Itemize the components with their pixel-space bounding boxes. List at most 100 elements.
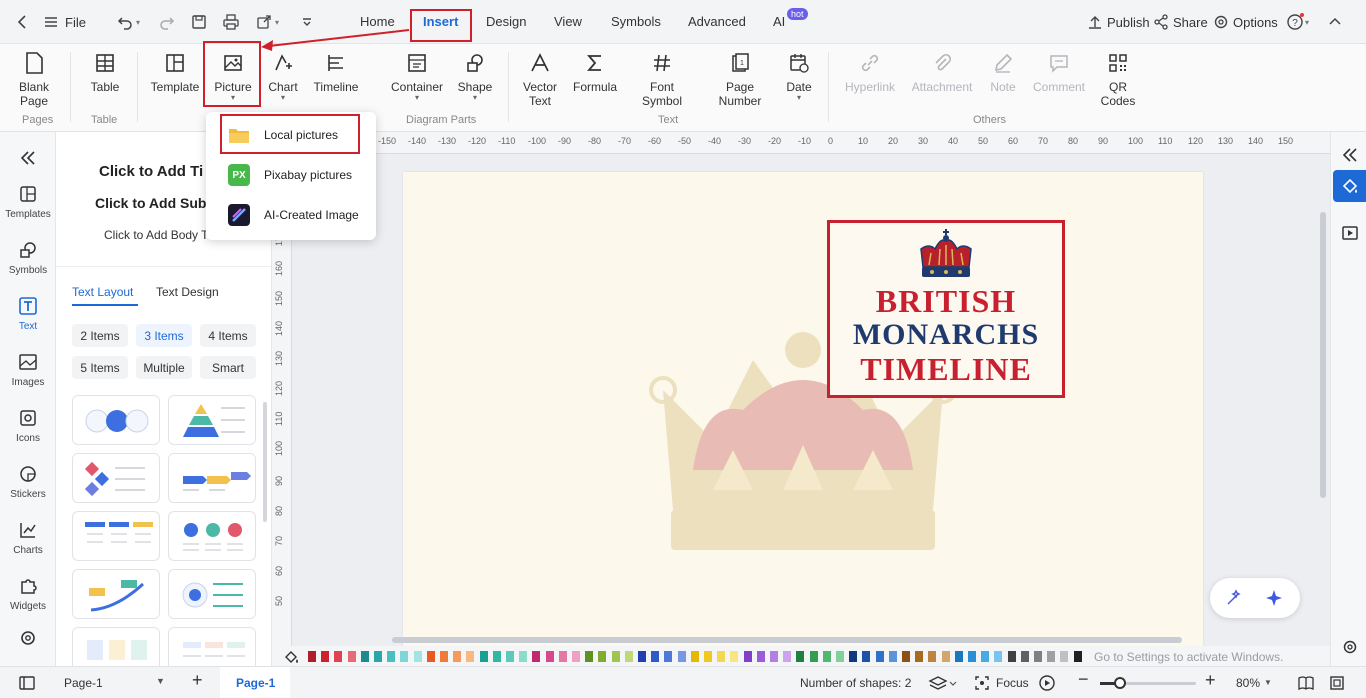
fill-color-icon[interactable]: [284, 650, 300, 664]
add-title-preset[interactable]: Click to Add Ti: [99, 163, 203, 180]
color-swatch[interactable]: [387, 651, 396, 662]
font-symbol-button[interactable]: Font Symbol: [638, 50, 686, 108]
color-swatch[interactable]: [347, 651, 356, 662]
tab-view[interactable]: View: [554, 14, 582, 29]
layout-thumbnail[interactable]: [168, 453, 256, 503]
color-swatch[interactable]: [968, 651, 976, 662]
color-swatch[interactable]: [730, 651, 739, 662]
color-swatch[interactable]: [440, 651, 448, 662]
color-swatch[interactable]: [664, 651, 673, 662]
share-button[interactable]: Share: [1152, 12, 1208, 32]
color-swatch[interactable]: [651, 651, 660, 662]
color-swatch[interactable]: [374, 651, 382, 662]
color-swatch[interactable]: [426, 651, 435, 662]
page-number-button[interactable]: 1 Page Number: [714, 50, 766, 108]
sidebar-item-templates[interactable]: Templates: [0, 184, 56, 220]
color-swatch[interactable]: [690, 651, 699, 662]
redo-icon[interactable]: [158, 12, 176, 32]
color-swatch[interactable]: [479, 651, 488, 662]
zoom-level[interactable]: 80%: [1236, 676, 1260, 690]
attachment-button[interactable]: Attachment: [908, 50, 976, 94]
color-swatch[interactable]: [743, 651, 752, 662]
layout-thumbnail[interactable]: [72, 627, 160, 666]
color-swatch[interactable]: [308, 651, 316, 662]
vertical-scrollbar[interactable]: [1320, 212, 1326, 498]
layout-thumbnail[interactable]: [168, 627, 256, 666]
undo-icon[interactable]: ▾: [116, 12, 140, 32]
template-button[interactable]: Template: [148, 50, 202, 94]
color-swatch[interactable]: [413, 651, 422, 662]
tab-ai[interactable]: AI: [773, 14, 785, 29]
color-swatch[interactable]: [902, 651, 910, 662]
book-view-icon[interactable]: [1297, 674, 1315, 692]
page-panel-toggle-icon[interactable]: [18, 675, 36, 691]
chip-2-items[interactable]: 2 Items: [72, 324, 128, 347]
sidebar-item-stickers[interactable]: Stickers: [0, 464, 56, 500]
layout-thumbnail[interactable]: [72, 395, 160, 445]
page-select-dropdown[interactable]: Page-1 ▼: [56, 671, 168, 695]
color-swatch[interactable]: [875, 651, 884, 662]
color-swatch[interactable]: [994, 651, 1003, 662]
fill-tool-button[interactable]: [1333, 170, 1366, 202]
page-tab[interactable]: Page-1: [220, 667, 290, 698]
color-swatch[interactable]: [1034, 651, 1042, 662]
color-swatch[interactable]: [558, 651, 567, 662]
sidebar-item-icons[interactable]: Icons: [0, 408, 56, 444]
color-swatch[interactable]: [796, 651, 805, 662]
chip-multiple[interactable]: Multiple: [136, 356, 192, 379]
vector-text-button[interactable]: Vector Text: [518, 50, 562, 108]
color-swatch[interactable]: [598, 651, 607, 662]
fit-page-icon[interactable]: [1328, 674, 1346, 692]
color-swatch[interactable]: [954, 651, 963, 662]
tab-text-layout[interactable]: Text Layout: [72, 285, 133, 299]
options-button[interactable]: Options: [1212, 12, 1278, 32]
layout-thumbnail[interactable]: [72, 511, 160, 561]
collapse-panel-icon[interactable]: [0, 148, 56, 173]
color-swatch[interactable]: [717, 651, 726, 662]
color-swatch[interactable]: [928, 651, 937, 662]
add-subtitle-preset[interactable]: Click to Add Sub: [95, 195, 206, 211]
title-image[interactable]: BRITISH MONARCHS TIMELINE: [827, 220, 1065, 398]
color-swatch[interactable]: [545, 651, 554, 662]
file-menu[interactable]: File: [42, 12, 86, 32]
qr-codes-button[interactable]: QR Codes: [1098, 50, 1138, 108]
settings-icon[interactable]: [1341, 638, 1359, 656]
focus-icon[interactable]: [974, 675, 990, 691]
comment-button[interactable]: Comment: [1030, 50, 1088, 94]
layout-thumbnail[interactable]: [168, 395, 256, 445]
color-swatch[interactable]: [888, 651, 897, 662]
ai-magic-icon[interactable]: [1224, 588, 1244, 608]
add-body-preset[interactable]: Click to Add Body T: [104, 228, 209, 242]
color-swatch[interactable]: [770, 651, 778, 662]
ai-sparkle-icon[interactable]: [1264, 588, 1284, 608]
color-swatch[interactable]: [849, 651, 858, 662]
color-swatch[interactable]: [981, 651, 990, 662]
color-swatch[interactable]: [611, 651, 620, 662]
color-swatch[interactable]: [624, 651, 633, 662]
menu-item-ai-created-image[interactable]: AI-Created Image: [206, 198, 376, 232]
color-swatch[interactable]: [506, 651, 514, 662]
timeline-button[interactable]: Timeline: [310, 50, 362, 94]
tab-symbols[interactable]: Symbols: [611, 14, 661, 29]
sidebar-item-images[interactable]: Images: [0, 352, 56, 388]
canvas-page[interactable]: BRITISH MONARCHS TIMELINE: [403, 172, 1203, 646]
add-page-icon[interactable]: +: [192, 670, 203, 691]
chip-3-items[interactable]: 3 Items: [136, 324, 192, 347]
layers-icon[interactable]: [928, 674, 958, 692]
date-button[interactable]: Date ▾: [780, 50, 818, 102]
settings-icon[interactable]: [0, 628, 56, 653]
color-swatch[interactable]: [321, 651, 330, 662]
tab-advanced[interactable]: Advanced: [688, 14, 746, 29]
save-icon[interactable]: [190, 12, 208, 32]
color-swatch[interactable]: [941, 651, 950, 662]
hyperlink-button[interactable]: Hyperlink: [840, 50, 900, 94]
blank-page-button[interactable]: Blank Page: [14, 50, 54, 108]
zoom-out-icon[interactable]: −: [1078, 669, 1089, 690]
chart-button[interactable]: Chart ▾: [264, 50, 302, 102]
color-swatch[interactable]: [585, 651, 594, 662]
formula-button[interactable]: Formula: [570, 50, 620, 94]
color-swatch[interactable]: [822, 651, 831, 662]
collapse-ribbon-icon[interactable]: [1326, 12, 1344, 32]
color-swatch[interactable]: [836, 651, 844, 662]
color-swatch[interactable]: [400, 651, 409, 662]
